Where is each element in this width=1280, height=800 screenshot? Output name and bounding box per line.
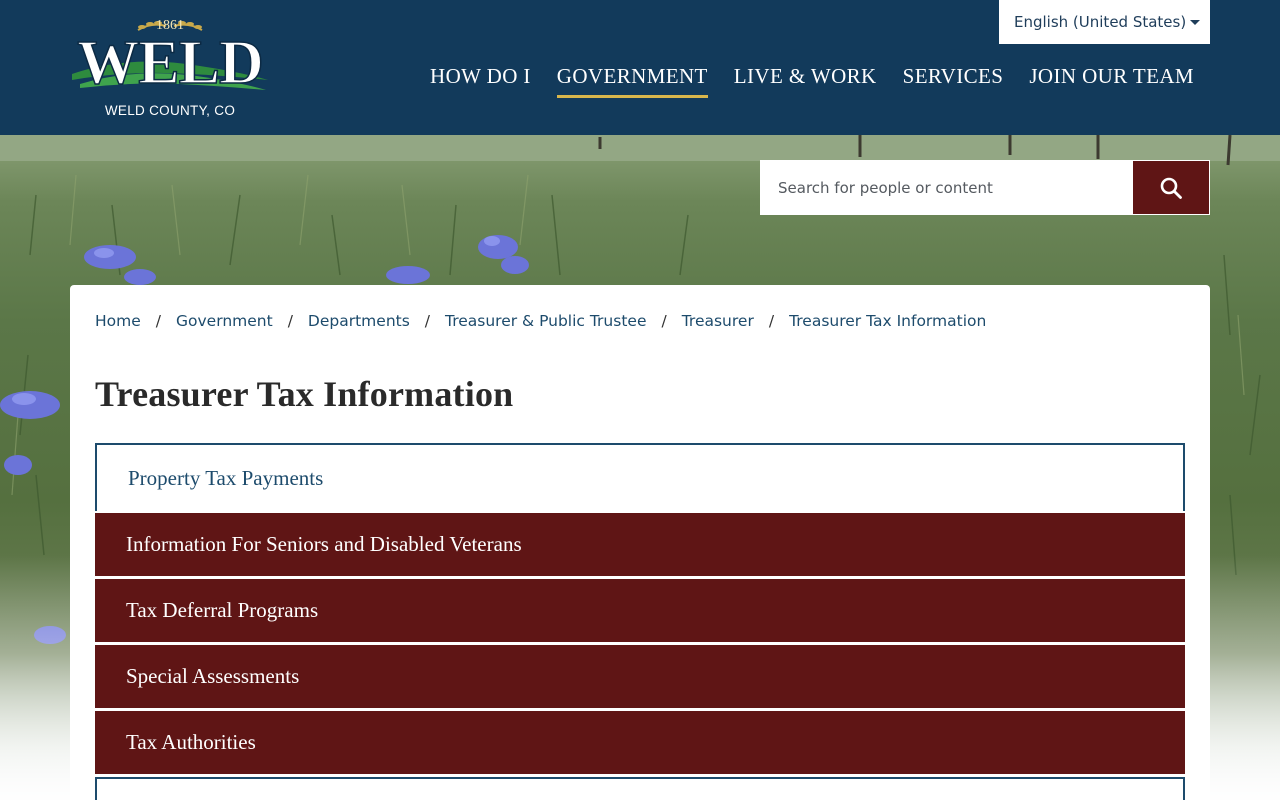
accordion-tax-deferral-programs[interactable]: Tax Deferral Programs — [95, 579, 1185, 642]
accordion-tax-authorities[interactable]: Tax Authorities — [95, 711, 1185, 774]
nav-how-do-i[interactable]: HOW DO I — [430, 64, 531, 98]
nav-join-our-team[interactable]: JOIN OUR TEAM — [1029, 64, 1194, 98]
breadcrumb-separator: / — [424, 312, 431, 330]
breadcrumb-departments[interactable]: Departments — [308, 312, 410, 330]
nav-services[interactable]: SERVICES — [903, 64, 1004, 98]
logo-wordmark: WELD — [77, 28, 265, 98]
page-title: Treasurer Tax Information — [95, 374, 514, 414]
content-card: Home / Government / Departments / Treasu… — [70, 285, 1210, 800]
breadcrumb-separator: / — [661, 312, 667, 330]
accordion-property-tax-payments[interactable]: Property Tax Payments — [95, 443, 1185, 511]
breadcrumb: Home / Government / Departments / Treasu… — [95, 312, 986, 330]
tax-info-accordion: Property Tax Payments Information For Se… — [95, 443, 1185, 800]
search-input[interactable] — [761, 161, 1133, 214]
breadcrumb-home[interactable]: Home — [95, 312, 141, 330]
accordion-seniors-disabled-veterans[interactable]: Information For Seniors and Disabled Vet… — [95, 513, 1185, 576]
weld-county-logo[interactable]: 1861 WELD WELD COUNTY, CO — [70, 14, 270, 122]
site-search — [760, 160, 1210, 215]
accordion-next-item[interactable] — [95, 777, 1185, 800]
chevron-down-icon — [1190, 20, 1200, 25]
breadcrumb-government[interactable]: Government — [176, 312, 273, 330]
site-header: 1861 WELD WELD COUNTY, CO HOW DO I GOVER… — [0, 0, 1280, 135]
breadcrumb-separator: / — [287, 312, 293, 330]
logo-subtitle: WELD COUNTY, CO — [104, 103, 236, 118]
breadcrumb-treasurer-public-trustee[interactable]: Treasurer & Public Trustee — [445, 312, 646, 330]
breadcrumb-separator: / — [768, 312, 775, 330]
nav-government[interactable]: GOVERNMENT — [556, 64, 708, 98]
language-selector[interactable]: English (United States) — [999, 0, 1210, 44]
search-button[interactable] — [1133, 161, 1209, 214]
breadcrumb-separator: / — [155, 312, 162, 330]
breadcrumb-current: Treasurer Tax Information — [789, 312, 987, 330]
language-selected-label: English (United States) — [1014, 13, 1187, 31]
search-icon — [1160, 177, 1182, 199]
accordion-special-assessments[interactable]: Special Assessments — [95, 645, 1185, 708]
breadcrumb-treasurer[interactable]: Treasurer — [682, 312, 754, 330]
nav-live-and-work[interactable]: LIVE & WORK — [734, 64, 877, 98]
main-nav: HOW DO I GOVERNMENT LIVE & WORK SERVICES… — [430, 64, 1194, 98]
